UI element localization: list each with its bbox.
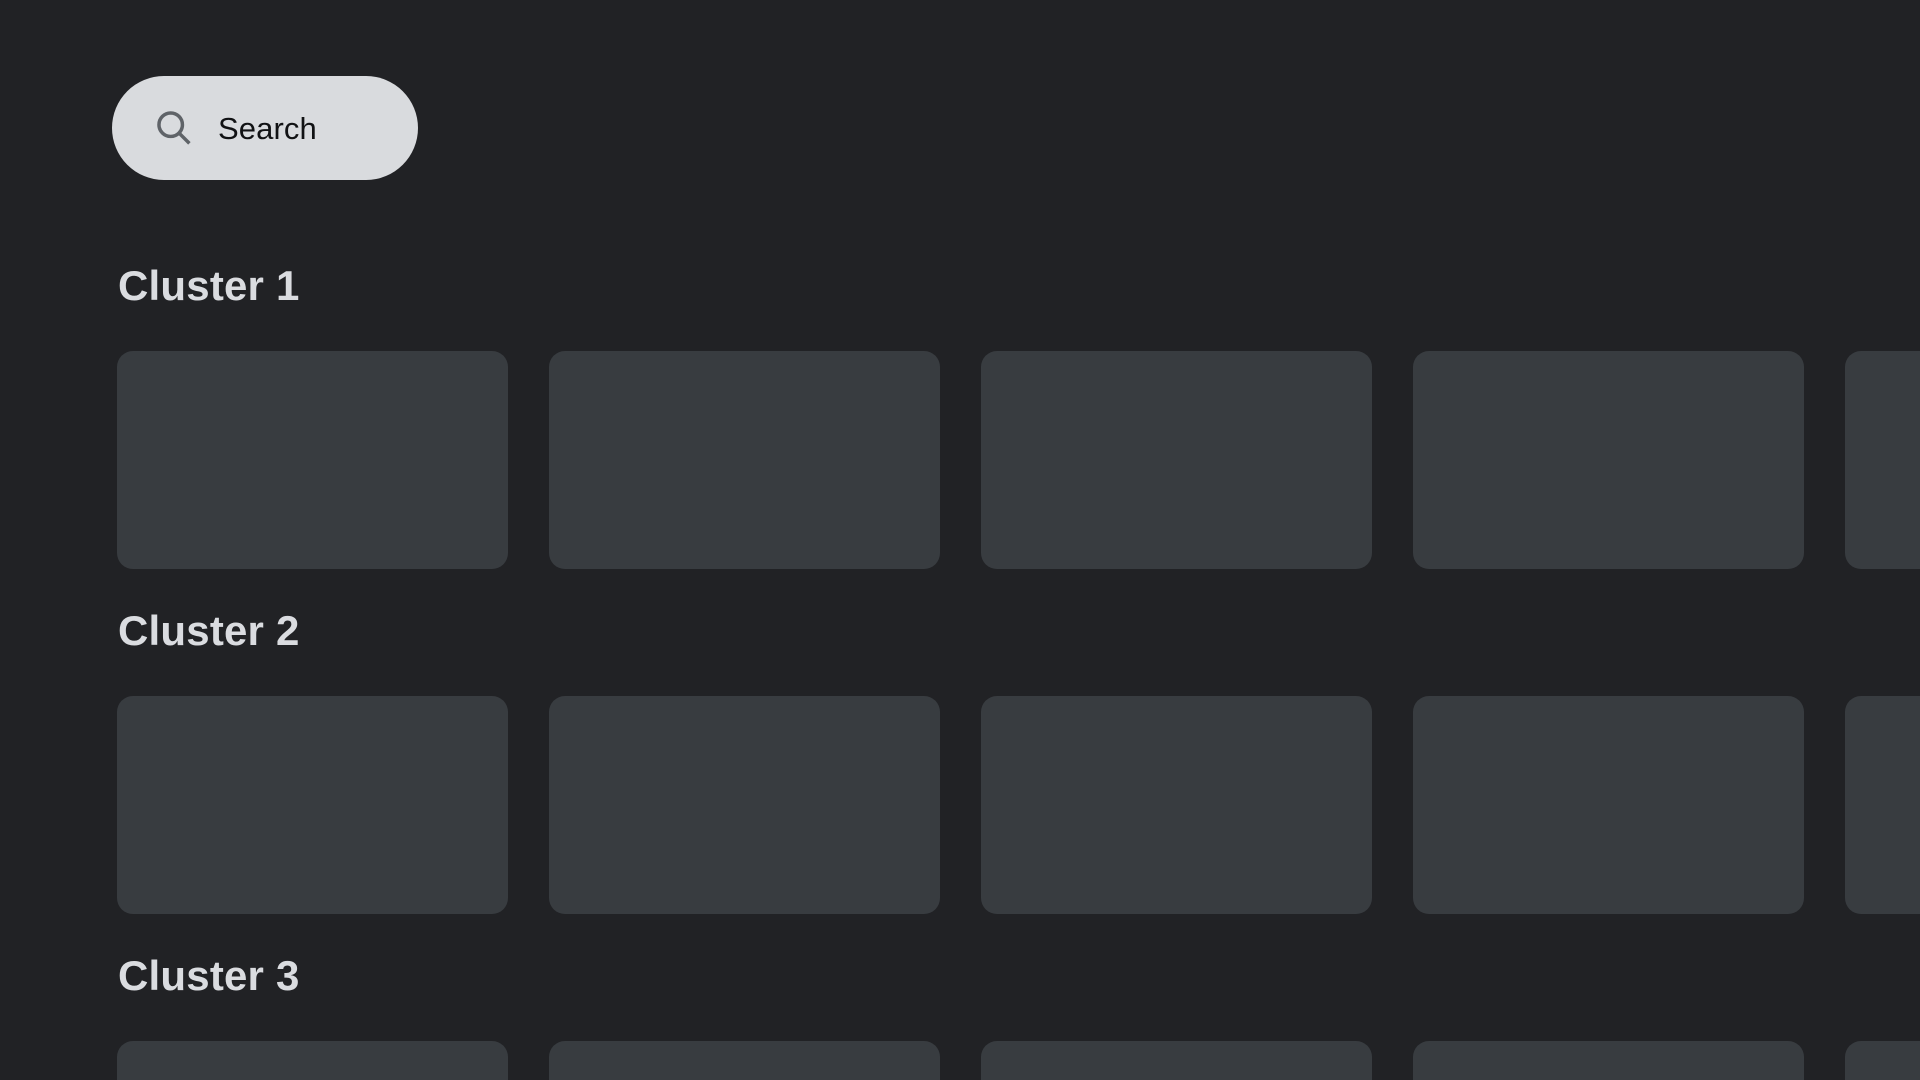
cluster-card[interactable] [117, 1041, 508, 1080]
cluster-card[interactable] [1845, 696, 1920, 914]
cluster-card[interactable] [117, 696, 508, 914]
cluster-card[interactable] [1413, 1041, 1804, 1080]
cluster-card[interactable] [549, 351, 940, 569]
cluster-card[interactable] [1845, 351, 1920, 569]
cluster-section-2: Cluster 2 [0, 610, 1920, 914]
cluster-card-row[interactable] [0, 351, 1920, 569]
app-root: Search Cluster 1 Cluster 2 Cluster 3 [0, 0, 1920, 1080]
cluster-title: Cluster 2 [118, 607, 300, 654]
cluster-section-1: Cluster 1 [0, 233, 1920, 569]
cluster-card[interactable] [1845, 1041, 1920, 1080]
cluster-list: Cluster 1 Cluster 2 Cluster 3 [0, 233, 1920, 1080]
search-input[interactable]: Search [112, 76, 418, 180]
cluster-card[interactable] [1413, 351, 1804, 569]
cluster-card[interactable] [549, 1041, 940, 1080]
cluster-title: Cluster 1 [118, 262, 300, 309]
cluster-card-row[interactable] [0, 1041, 1920, 1080]
cluster-section-3: Cluster 3 [0, 955, 1920, 1080]
cluster-card[interactable] [117, 351, 508, 569]
cluster-card[interactable] [1413, 696, 1804, 914]
cluster-card-row[interactable] [0, 696, 1920, 914]
cluster-card[interactable] [981, 1041, 1372, 1080]
cluster-card[interactable] [981, 696, 1372, 914]
search-icon [157, 111, 191, 145]
search-label: Search [218, 110, 317, 146]
cluster-card[interactable] [549, 696, 940, 914]
cluster-title: Cluster 3 [118, 952, 300, 999]
cluster-card[interactable] [981, 351, 1372, 569]
